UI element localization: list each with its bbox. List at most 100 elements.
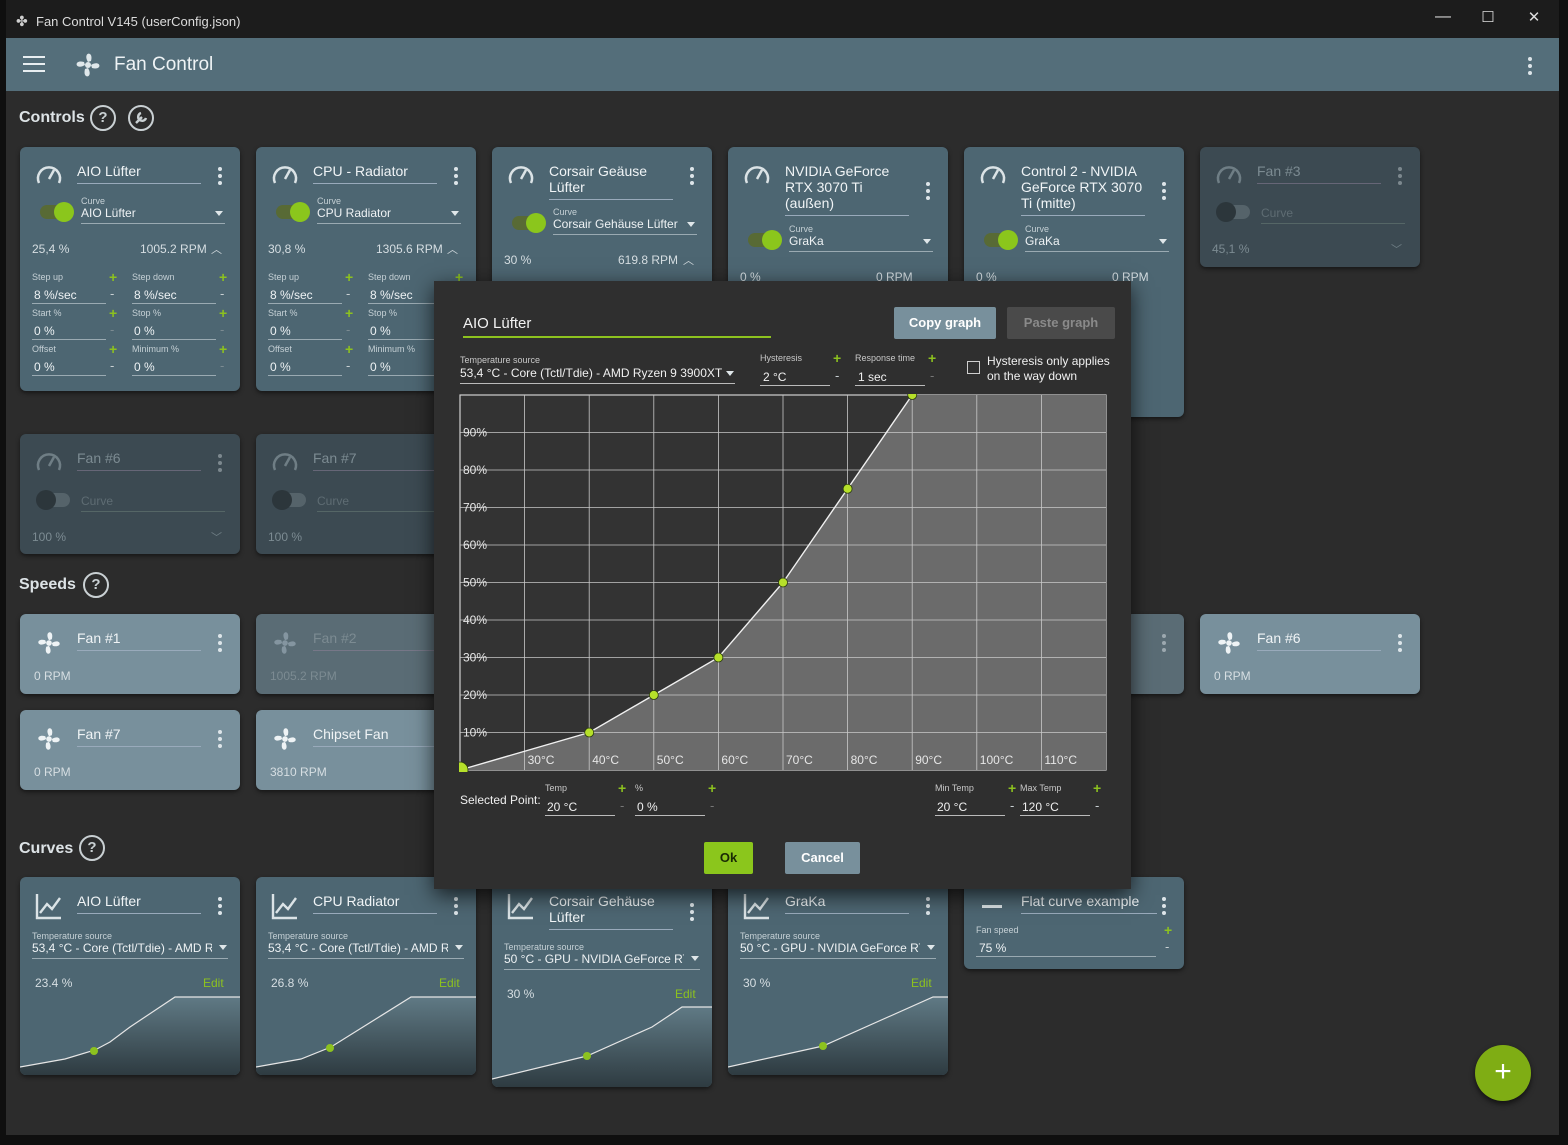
curve-name[interactable]: Flat curve example: [1021, 893, 1157, 914]
curve-preview[interactable]: [256, 987, 476, 1075]
control-name[interactable]: Control 2 - NVIDIA GeForce RTX 3070 Ti (…: [1021, 163, 1145, 216]
response-time-plus[interactable]: +: [928, 350, 936, 366]
speed-menu-icon[interactable]: [1162, 634, 1166, 655]
control-toggle[interactable]: [36, 490, 70, 510]
dropdown-caret-icon[interactable]: [451, 211, 459, 216]
start-minus[interactable]: -: [110, 322, 114, 337]
control-name[interactable]: NVIDIA GeForce RTX 3070 Ti (außen): [785, 163, 909, 216]
control-name[interactable]: Corsair Geäuse Lüfter: [549, 163, 673, 200]
control-toggle[interactable]: [512, 213, 546, 233]
dropdown-caret-icon[interactable]: [215, 211, 223, 216]
control-toggle[interactable]: [40, 202, 74, 222]
dropdown-caret-icon[interactable]: [219, 945, 227, 950]
minimize-button[interactable]: —: [1425, 8, 1461, 34]
hysteresis-down-checkbox[interactable]: [967, 361, 980, 374]
curve-name[interactable]: GraKa: [785, 893, 909, 914]
collapse-chevron-icon[interactable]: ︿: [211, 241, 222, 257]
curve-menu-icon[interactable]: [218, 897, 222, 918]
copy-graph-button[interactable]: Copy graph: [894, 307, 996, 339]
step-down-plus[interactable]: +: [219, 269, 227, 285]
curves-help-icon[interactable]: ?: [79, 835, 105, 861]
curve-menu-icon[interactable]: [690, 903, 694, 924]
speed-menu-icon[interactable]: [1398, 634, 1402, 655]
temp-source-select[interactable]: 53,4 °C - Core (Tctl/Tdie) - AMD Ry: [268, 941, 448, 955]
curve-point[interactable]: [778, 577, 788, 588]
add-button[interactable]: +: [1475, 1045, 1531, 1101]
ok-button[interactable]: Ok: [704, 842, 753, 874]
dropdown-caret-icon[interactable]: [927, 945, 935, 950]
minimum-field[interactable]: 0 %: [370, 360, 391, 374]
curve-point[interactable]: [907, 394, 918, 400]
start-field[interactable]: 0 %: [34, 324, 55, 338]
curve-chart[interactable]: 30°C 40°C 50°C 60°C 70°C 80°C 90°C 100°C 110°C 10…: [459, 394, 1107, 772]
curve-name[interactable]: AIO Lüfter: [77, 893, 201, 914]
step-down-minus[interactable]: -: [220, 286, 224, 301]
stop-field[interactable]: 0 %: [370, 324, 391, 338]
stop-minus[interactable]: -: [220, 322, 224, 337]
response-time-minus[interactable]: -: [930, 368, 934, 383]
offset-field[interactable]: 0 %: [270, 360, 291, 374]
maximize-button[interactable]: ☐: [1470, 8, 1506, 34]
control-menu-icon[interactable]: [1162, 182, 1166, 203]
curve-select[interactable]: CPU Radiator: [317, 206, 391, 220]
temp-field[interactable]: 20 °C: [547, 800, 577, 814]
curve-point[interactable]: [713, 652, 724, 663]
curve-point[interactable]: [842, 483, 853, 494]
curve-select[interactable]: Curve: [317, 494, 349, 508]
collapse-chevron-icon[interactable]: ︿: [683, 252, 694, 268]
temp-source-select[interactable]: 50 °C - GPU - NVIDIA GeForce RTX: [740, 941, 920, 955]
temp-source-select[interactable]: 53,4 °C - Core (Tctl/Tdie) - AMD Ryzen 9…: [460, 366, 722, 380]
start-field[interactable]: 0 %: [270, 324, 291, 338]
offset-minus[interactable]: -: [110, 358, 114, 373]
min-temp-field[interactable]: 20 °C: [937, 800, 967, 814]
speed-name[interactable]: Fan #1: [77, 630, 201, 651]
dropdown-caret-icon[interactable]: [691, 956, 699, 961]
minimum-minus[interactable]: -: [220, 358, 224, 373]
control-toggle[interactable]: [272, 490, 306, 510]
hysteresis-field[interactable]: 2 °C: [763, 370, 786, 384]
hamburger-menu-icon[interactable]: [23, 56, 45, 74]
step-up-field[interactable]: 8 %/sec: [34, 288, 77, 302]
dropdown-caret-icon[interactable]: [455, 945, 463, 950]
step-up-plus[interactable]: +: [345, 269, 353, 285]
offset-field[interactable]: 0 %: [34, 360, 55, 374]
speed-menu-icon[interactable]: [218, 634, 222, 655]
curve-point[interactable]: [648, 690, 659, 700]
curve-menu-icon[interactable]: [926, 897, 930, 918]
max-temp-minus[interactable]: -: [1095, 798, 1099, 813]
curve-select[interactable]: Corsair Gehäuse Lüfter: [553, 217, 678, 231]
paste-graph-button[interactable]: Paste graph: [1007, 307, 1115, 339]
speed-name[interactable]: Fan #6: [1257, 630, 1381, 651]
curve-menu-icon[interactable]: [454, 897, 458, 918]
max-temp-field[interactable]: 120 °C: [1022, 800, 1059, 814]
control-menu-icon[interactable]: [690, 167, 694, 188]
curve-select[interactable]: AIO Lüfter: [81, 206, 136, 220]
control-name[interactable]: AIO Lüfter: [77, 163, 201, 184]
start-plus[interactable]: +: [109, 305, 117, 321]
offset-plus[interactable]: +: [345, 341, 353, 357]
dialog-curve-name[interactable]: AIO Lüfter: [463, 315, 531, 332]
cancel-button[interactable]: Cancel: [785, 842, 860, 874]
start-plus[interactable]: +: [345, 305, 353, 321]
percent-plus[interactable]: +: [708, 780, 716, 796]
curve-name[interactable]: Corsair Gehäuse Lüfter: [549, 893, 673, 930]
hysteresis-plus[interactable]: +: [833, 350, 841, 366]
hysteresis-minus[interactable]: -: [835, 368, 839, 383]
dropdown-caret-icon[interactable]: [923, 239, 931, 244]
offset-plus[interactable]: +: [109, 341, 117, 357]
response-time-field[interactable]: 1 sec: [858, 370, 887, 384]
step-down-field[interactable]: 8 %/sec: [134, 288, 177, 302]
offset-minus[interactable]: -: [346, 358, 350, 373]
control-name[interactable]: Fan #6: [77, 450, 201, 471]
fan-speed-field[interactable]: 75 %: [979, 941, 1006, 955]
expand-chevron-icon[interactable]: ﹀: [211, 529, 222, 545]
curve-select[interactable]: Curve: [81, 494, 113, 508]
control-menu-icon[interactable]: [1398, 167, 1402, 188]
step-up-field[interactable]: 8 %/sec: [270, 288, 313, 302]
curve-select[interactable]: GraKa: [1025, 234, 1060, 248]
speed-name[interactable]: Fan #7: [77, 726, 201, 747]
max-temp-plus[interactable]: +: [1093, 780, 1101, 796]
control-name[interactable]: Fan #7: [313, 450, 437, 471]
step-up-plus[interactable]: +: [109, 269, 117, 285]
control-menu-icon[interactable]: [218, 167, 222, 188]
